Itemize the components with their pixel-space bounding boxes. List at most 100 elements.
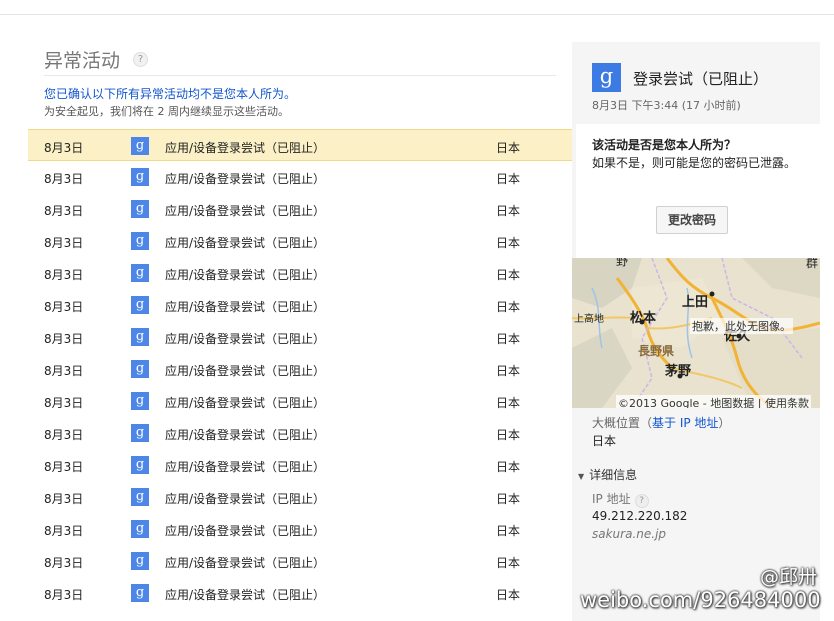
row-date: 8月3日: [44, 141, 84, 155]
activity-row[interactable]: 8月3日 g 应用/设备登录尝试（已阻止） 日本: [28, 129, 572, 161]
detail-header: g 登录尝试（已阻止） 8月3日 下午3:44 (17 小时前): [572, 42, 820, 124]
details-toggle[interactable]: ▼ 详细信息: [578, 466, 637, 483]
row-location: 日本: [496, 396, 521, 410]
row-date: 8月3日: [44, 492, 84, 506]
row-date: 8月3日: [44, 460, 84, 474]
row-description: 应用/设备登录尝试（已阻止）: [165, 460, 326, 474]
activity-row[interactable]: 8月3日 g 应用/设备登录尝试（已阻止） 日本: [28, 513, 572, 545]
ip-label-text: IP 地址: [592, 492, 631, 506]
row-location: 日本: [496, 588, 521, 602]
google-icon: g: [131, 584, 149, 602]
change-password-button[interactable]: 更改密码: [656, 206, 728, 234]
activity-row[interactable]: 8月3日 g 应用/设备登录尝试（已阻止） 日本: [28, 449, 572, 481]
row-date: 8月3日: [44, 396, 84, 410]
row-date: 8月3日: [44, 300, 84, 314]
watermark-handle: @邱卅: [760, 566, 818, 588]
row-date: 8月3日: [44, 332, 84, 346]
activity-row[interactable]: 8月3日 g 应用/设备登录尝试（已阻止） 日本: [28, 481, 572, 513]
row-location: 日本: [496, 428, 521, 442]
detail-time: 8月3日 下午3:44 (17 小时前): [592, 99, 741, 112]
google-icon: g: [131, 264, 149, 282]
google-icon: g: [131, 296, 149, 314]
activity-row[interactable]: 8月3日 g 应用/设备登录尝试（已阻止） 日本: [28, 545, 572, 577]
row-date: 8月3日: [44, 236, 84, 250]
retention-note: 为安全起见，我们将在 2 周内继续显示这些活动。: [44, 105, 289, 118]
google-icon: g: [131, 456, 149, 474]
confirm-all-link[interactable]: 您已确认以下所有异常活动均不是您本人所为。: [44, 85, 296, 102]
watermark-url: weibo.com/926484000: [580, 588, 821, 612]
ip-based-link[interactable]: 基于 IP 地址: [652, 416, 718, 430]
row-location: 日本: [496, 172, 521, 186]
verify-box: 该活动是否是您本人所为？ 如果不是，则可能是您的密码已泄露。 更改密码: [576, 124, 820, 258]
row-description: 应用/设备登录尝试（已阻止）: [165, 300, 326, 314]
google-icon: g: [592, 63, 621, 92]
row-description: 应用/设备登录尝试（已阻止）: [165, 332, 326, 346]
title-divider: [44, 75, 556, 76]
row-location: 日本: [496, 332, 521, 346]
google-icon: g: [131, 520, 149, 538]
row-description: 应用/设备登录尝试（已阻止）: [165, 268, 326, 282]
activity-row[interactable]: 8月3日 g 应用/设备登录尝试（已阻止） 日本: [28, 385, 572, 417]
map-label: 長野県: [638, 344, 675, 358]
approx-location: 大概位置（基于 IP 地址）: [592, 414, 730, 431]
row-description: 应用/设备登录尝试（已阻止）: [165, 236, 326, 250]
row-location: 日本: [496, 524, 521, 538]
page-title: 异常活动: [44, 50, 121, 72]
activity-row[interactable]: 8月3日 g 应用/设备登录尝试（已阻止） 日本: [28, 193, 572, 225]
map-label: 上田: [682, 295, 709, 310]
row-description: 应用/设备登录尝试（已阻止）: [165, 524, 326, 538]
activity-row[interactable]: 8月3日 g 应用/设备登录尝试（已阻止） 日本: [28, 417, 572, 449]
google-icon: g: [131, 168, 149, 186]
triangle-down-icon: ▼: [578, 472, 585, 481]
google-icon: g: [131, 232, 149, 250]
activity-row[interactable]: 8月3日 g 应用/设备登录尝试（已阻止） 日本: [28, 225, 572, 257]
help-icon[interactable]: ?: [133, 52, 148, 67]
host-name: sakura.ne.jp: [592, 527, 667, 541]
map-label: 上高地: [574, 314, 604, 325]
row-location: 日本: [496, 492, 521, 506]
row-date: 8月3日: [44, 172, 84, 186]
row-location: 日本: [496, 204, 521, 218]
row-date: 8月3日: [44, 556, 84, 570]
row-description: 应用/设备登录尝试（已阻止）: [165, 364, 326, 378]
approx-country: 日本: [592, 434, 617, 448]
row-description: 应用/设备登录尝试（已阻止）: [165, 141, 326, 155]
activity-list: 8月3日 g 应用/设备登录尝试（已阻止） 日本 8月3日 g 应用/设备登录尝试（已阻止…: [28, 129, 572, 609]
row-description: 应用/设备登录尝试（已阻止）: [165, 588, 326, 602]
row-location: 日本: [496, 300, 521, 314]
activity-row[interactable]: 8月3日 g 应用/设备登录尝试（已阻止） 日本: [28, 353, 572, 385]
map-label: 松本: [630, 311, 657, 326]
row-date: 8月3日: [44, 268, 84, 282]
activity-row[interactable]: 8月3日 g 应用/设备登录尝试（已阻止） 日本: [28, 321, 572, 353]
row-location: 日本: [496, 268, 521, 282]
google-icon: g: [131, 200, 149, 218]
help-icon[interactable]: ?: [634, 494, 649, 508]
activity-row[interactable]: 8月3日 g 应用/设备登录尝试（已阻止） 日本: [28, 289, 572, 321]
google-icon: g: [131, 392, 149, 410]
row-description: 应用/设备登录尝试（已阻止）: [165, 492, 326, 506]
map-label: 茅野: [665, 364, 692, 379]
row-location: 日本: [496, 236, 521, 250]
ip-value: 49.212.220.182: [592, 509, 688, 523]
map-label: 野: [616, 258, 629, 268]
google-icon: g: [131, 552, 149, 570]
google-icon: g: [131, 360, 149, 378]
row-description: 应用/设备登录尝试（已阻止）: [165, 204, 326, 218]
details-toggle-label: 详细信息: [589, 468, 638, 482]
map-no-image-text: 抱歉，此处无图像。: [690, 318, 793, 334]
row-description: 应用/设备登录尝试（已阻止）: [165, 172, 326, 186]
row-location: 日本: [496, 556, 521, 570]
approx-location-label: 大概位置（: [592, 416, 653, 430]
location-map[interactable]: 野 群 上田 上高地 松本 佐久 長野県 茅野 抱歉，此处无图像。 ©2013 …: [572, 258, 820, 408]
row-location: 日本: [496, 141, 521, 155]
activity-row[interactable]: 8月3日 g 应用/设备登录尝试（已阻止） 日本: [28, 161, 572, 193]
row-date: 8月3日: [44, 588, 84, 602]
google-icon: g: [131, 424, 149, 442]
google-icon: g: [131, 137, 149, 155]
row-description: 应用/设备登录尝试（已阻止）: [165, 428, 326, 442]
map-copyright[interactable]: ©2013 Google - 地图数据 | 使用条款: [616, 395, 811, 408]
detail-panel: g 登录尝试（已阻止） 8月3日 下午3:44 (17 小时前) 该活动是否是您…: [572, 42, 820, 621]
activity-row[interactable]: 8月3日 g 应用/设备登录尝试（已阻止） 日本: [28, 577, 572, 609]
row-description: 应用/设备登录尝试（已阻止）: [165, 556, 326, 570]
activity-row[interactable]: 8月3日 g 应用/设备登录尝试（已阻止） 日本: [28, 257, 572, 289]
